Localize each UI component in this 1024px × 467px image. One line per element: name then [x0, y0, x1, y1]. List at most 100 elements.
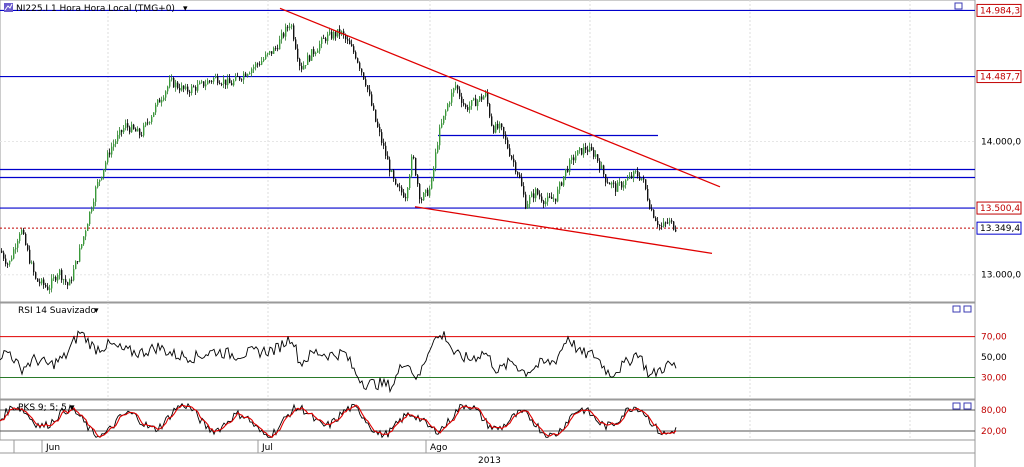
- candle-body: [367, 85, 369, 90]
- candle-body: [55, 277, 57, 281]
- candle-body: [467, 107, 469, 110]
- candle-body: [405, 197, 407, 199]
- candle-body: [565, 168, 567, 177]
- candle-body: [199, 82, 201, 85]
- rsi-tick-label: 50,00: [981, 353, 1007, 363]
- candle-body: [327, 34, 329, 42]
- candle-body: [211, 81, 213, 82]
- candle-body: [131, 124, 133, 133]
- candle-body: [139, 128, 141, 136]
- candle-body: [445, 110, 447, 116]
- candle-body: [287, 26, 289, 28]
- candle-body: [545, 201, 547, 205]
- candle-body: [627, 178, 629, 181]
- candle-body: [377, 121, 379, 127]
- candle-body: [45, 284, 47, 287]
- candle-body: [487, 92, 489, 105]
- candle-body: [605, 174, 607, 183]
- candle-body: [647, 188, 649, 201]
- candle-body: [439, 127, 441, 146]
- candle-body: [293, 25, 295, 40]
- candle-body: [581, 148, 583, 155]
- candle-body: [275, 47, 277, 49]
- candle-body: [311, 49, 313, 61]
- candle-body: [309, 55, 311, 61]
- candle-body: [353, 46, 355, 53]
- candle-body: [549, 196, 551, 198]
- candle-body: [271, 51, 273, 54]
- stoch-title[interactable]: PKS 9; 5; 5: [18, 403, 67, 413]
- candle-body: [17, 240, 19, 248]
- candle-body: [535, 189, 537, 199]
- candle-body: [645, 179, 647, 189]
- candle-body: [599, 160, 601, 169]
- candle-body: [63, 279, 65, 281]
- rsi-title[interactable]: RSI 14 Suavizado: [18, 306, 97, 316]
- candle-body: [379, 126, 381, 133]
- candle-body: [193, 86, 195, 88]
- candle-body: [137, 128, 139, 132]
- candle-body: [179, 88, 181, 91]
- rsi-level-label: 30,00: [981, 374, 1007, 384]
- candle-body: [33, 262, 35, 273]
- candle-body: [79, 248, 81, 262]
- rsi-dropdown-icon[interactable]: ▾: [94, 306, 99, 316]
- candle-body: [425, 189, 427, 194]
- candle-body: [355, 52, 357, 59]
- candle-body: [69, 279, 71, 286]
- candle-body: [631, 175, 633, 178]
- candle-body: [493, 125, 495, 133]
- candle-body: [145, 122, 147, 126]
- candle-body: [427, 189, 429, 196]
- candle-body: [419, 184, 421, 200]
- candle-body: [663, 222, 665, 227]
- candle-body: [517, 171, 519, 175]
- candle-body: [219, 83, 221, 84]
- stoch-dropdown-icon[interactable]: ▾: [70, 403, 75, 413]
- candle-body: [49, 288, 51, 290]
- candle-body: [195, 87, 197, 91]
- candle-body: [455, 85, 457, 89]
- title-dropdown-icon[interactable]: ▾: [183, 4, 188, 14]
- candle-body: [433, 168, 435, 178]
- candle-body: [501, 123, 503, 127]
- candle-body: [453, 88, 455, 93]
- candle-body: [21, 229, 23, 235]
- candle-body: [447, 104, 449, 111]
- candle-body: [247, 74, 249, 77]
- candle-body: [301, 65, 303, 70]
- candle-body: [411, 156, 413, 176]
- candle-body: [217, 76, 219, 84]
- candle-body: [185, 86, 187, 89]
- candle-body: [325, 38, 327, 42]
- candle-body: [129, 127, 131, 133]
- candle-body: [435, 152, 437, 169]
- price-level-label: 14.487,7: [980, 73, 1020, 83]
- candle-body: [225, 79, 227, 86]
- candle-body: [205, 84, 207, 87]
- candle-body: [319, 43, 321, 51]
- candle-body: [313, 49, 315, 55]
- candle-body: [633, 171, 635, 178]
- candle-body: [25, 233, 27, 245]
- candle-body: [547, 196, 549, 202]
- candle-body: [167, 86, 169, 92]
- chart-title[interactable]: NI225.I 1 Hora Hora Local (TMG+0): [16, 4, 175, 14]
- candle-body: [359, 62, 361, 69]
- candle-body: [423, 193, 425, 201]
- candle-body: [201, 81, 203, 83]
- candle-body: [589, 146, 591, 152]
- candle-body: [109, 152, 111, 155]
- candle-body: [151, 116, 153, 123]
- candle-body: [511, 155, 513, 159]
- candle-body: [35, 272, 37, 279]
- candle-body: [551, 196, 553, 199]
- candle-body: [107, 152, 109, 163]
- candle-body: [235, 76, 237, 81]
- candle-body: [417, 175, 419, 185]
- candle-body: [177, 82, 179, 89]
- candle-body: [1, 250, 3, 253]
- candle-body: [91, 208, 93, 212]
- candle-body: [573, 157, 575, 161]
- candle-body: [449, 102, 451, 105]
